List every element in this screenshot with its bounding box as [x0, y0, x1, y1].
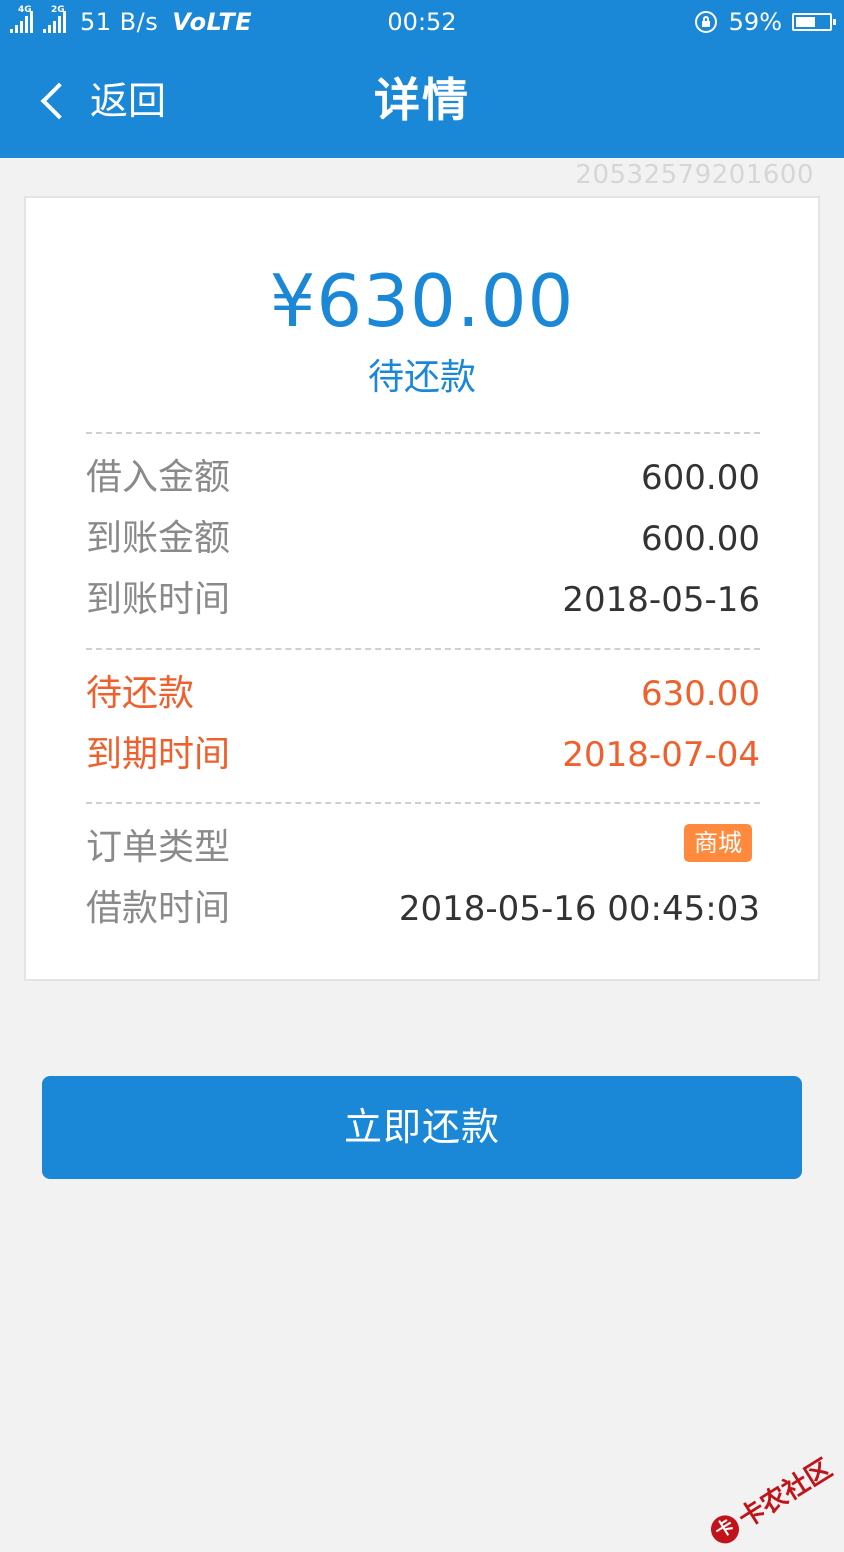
battery-icon [792, 13, 836, 31]
amount-status: 待还款 [367, 357, 476, 398]
row-borrowed-amount: 借入金额 600.00 [86, 448, 760, 508]
status-bar: 4G 2G 51 B/s VoLTE 00:52 59% [0, 0, 844, 44]
row-label: 到账时间 [86, 579, 231, 620]
page-title: 详情 [374, 73, 470, 127]
divider [86, 648, 760, 650]
lock-icon [694, 11, 717, 33]
row-due-date: 到期时间 2018-07-04 [86, 725, 760, 785]
row-label: 借款时间 [86, 888, 231, 929]
row-received-amount: 到账金额 600.00 [86, 509, 760, 569]
row-label: 订单类型 [86, 827, 231, 868]
watermark-text: 卡农社区 [733, 1453, 838, 1535]
detail-card: ¥630.00 待还款 借入金额 600.00 到账金额 600.00 到账时间… [24, 196, 820, 981]
row-order-type: 订单类型 商城 [86, 818, 760, 878]
divider [86, 802, 760, 804]
status-right: 59% [694, 6, 836, 38]
row-loan-time: 借款时间 2018-05-16 00:45:03 [86, 879, 760, 939]
amount-due: ¥630.00 [269, 259, 575, 343]
row-label: 借入金额 [86, 457, 231, 498]
row-value: 630.00 [641, 674, 760, 714]
row-value: 2018-07-04 [562, 735, 760, 775]
row-pending-repayment: 待还款 630.00 [86, 664, 760, 724]
row-value: 2018-05-16 00:45:03 [398, 889, 760, 929]
repay-now-button[interactable]: 立即还款 [42, 1076, 802, 1179]
battery-percent: 59% [728, 8, 782, 36]
row-label: 待还款 [86, 673, 195, 714]
nav-bar: 返回 详情 [0, 44, 844, 158]
row-value: 600.00 [641, 458, 760, 498]
header: 4G 2G 51 B/s VoLTE 00:52 59% 返回 详情 [0, 0, 844, 158]
watermark: 卡 卡农社区 [703, 1449, 838, 1552]
row-label: 到账金额 [86, 518, 231, 559]
order-type-badge: 商城 [684, 824, 752, 862]
row-received-time: 到账时间 2018-05-16 [86, 570, 760, 630]
row-value: 600.00 [641, 519, 760, 559]
order-number: 20532579201600 [575, 160, 814, 190]
divider [86, 432, 760, 434]
row-label: 到期时间 [86, 734, 231, 775]
row-value: 2018-05-16 [562, 580, 760, 620]
